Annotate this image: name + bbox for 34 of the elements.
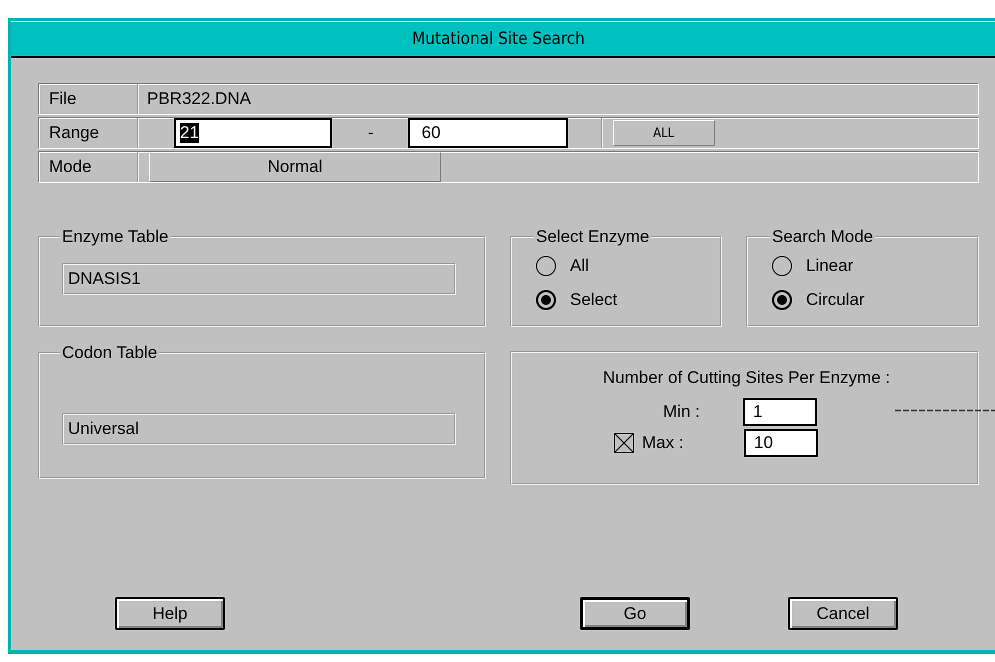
group-title: Codon Table xyxy=(61,343,158,363)
range-start-text: 21 xyxy=(180,123,199,143)
window-title: Mutational Site Search xyxy=(412,29,585,49)
mode-label: Mode xyxy=(39,152,139,182)
enzyme-table-field[interactable]: DNASIS1 xyxy=(62,263,456,295)
mode-selector[interactable]: Normal xyxy=(149,152,441,182)
group-title: Select Enzyme xyxy=(535,227,650,247)
group-title: Search Mode xyxy=(771,227,874,247)
group-title: Enzyme Table xyxy=(61,227,170,247)
min-field[interactable]: 1 xyxy=(743,398,817,426)
max-label: Max : xyxy=(642,432,685,452)
range-end-field[interactable]: 60 xyxy=(408,118,568,148)
range-label: Range xyxy=(39,118,139,148)
radio-label: Circular xyxy=(806,290,865,310)
dialog-button[interactable]: Go xyxy=(580,597,690,630)
range-separator: - xyxy=(368,123,374,143)
radio-button[interactable] xyxy=(536,290,556,310)
radio-button[interactable] xyxy=(536,256,556,276)
min-label: Min : xyxy=(663,402,701,422)
range-start-field[interactable]: 21 xyxy=(174,118,332,148)
cutting-sites-title: Number of Cutting Sites Per Enzyme : xyxy=(602,368,892,388)
radio-button[interactable] xyxy=(772,290,792,310)
radio-label: Select xyxy=(570,290,618,310)
file-name: PBR322.DNA xyxy=(146,88,251,110)
radio-label: All xyxy=(570,256,589,276)
radio-label: Linear xyxy=(806,256,854,276)
all-button[interactable]: ALL xyxy=(612,120,715,146)
file-label: File xyxy=(39,84,139,114)
dialog-button[interactable]: Help xyxy=(115,597,225,630)
max-checkbox[interactable] xyxy=(614,432,634,452)
codon-table-field[interactable]: Universal xyxy=(62,413,456,445)
dialog-button[interactable]: Cancel xyxy=(788,597,898,630)
radio-button[interactable] xyxy=(772,256,792,276)
max-field[interactable]: 10 xyxy=(744,428,818,456)
